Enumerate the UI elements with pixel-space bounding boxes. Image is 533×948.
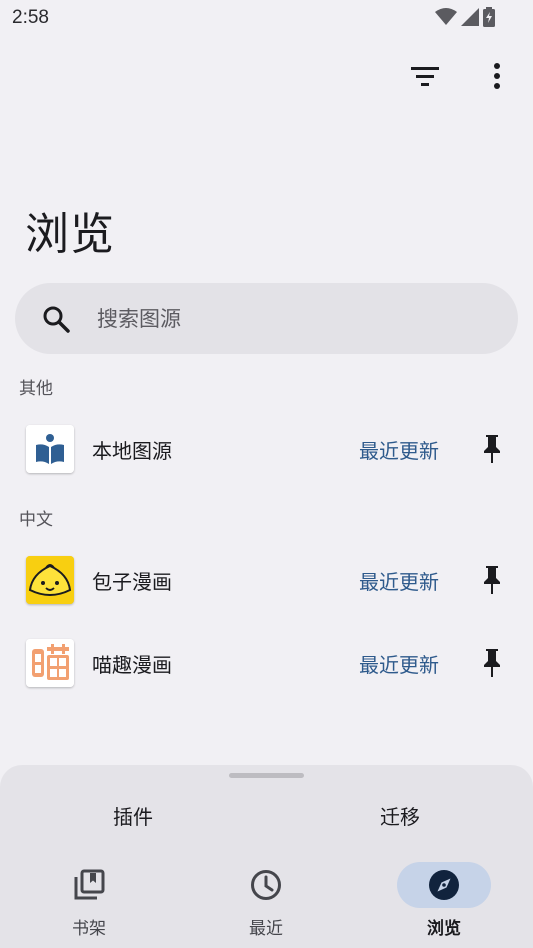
- latest-updates-link[interactable]: 最近更新: [359, 649, 439, 678]
- baozi-manhua-icon: [26, 556, 74, 604]
- page-title: 浏览: [25, 209, 115, 260]
- wifi-icon: [435, 8, 457, 25]
- more-options-button[interactable]: [481, 60, 513, 92]
- nav-label-history: 最近: [249, 919, 283, 939]
- section-header-chinese: 中文: [19, 510, 53, 530]
- latest-updates-link[interactable]: 最近更新: [359, 566, 439, 595]
- nav-item-history[interactable]: 最近: [216, 862, 316, 939]
- sheet-drag-handle[interactable]: [229, 773, 304, 778]
- search-icon: [41, 304, 71, 334]
- filter-icon: [411, 67, 439, 86]
- status-bar: 2:58: [0, 0, 533, 36]
- search-input[interactable]: [97, 306, 457, 331]
- miaoqu-manhua-icon: [26, 639, 74, 687]
- nav-label-browse: 浏览: [427, 919, 461, 939]
- compass-icon: [429, 870, 459, 900]
- battery-icon: [483, 7, 495, 27]
- source-name: 包子漫画: [92, 569, 172, 594]
- nav-item-library[interactable]: 书架: [39, 862, 139, 939]
- latest-updates-link[interactable]: 最近更新: [359, 435, 439, 464]
- pin-button[interactable]: [477, 432, 507, 466]
- more-vert-icon: [494, 63, 500, 89]
- pin-icon: [484, 435, 500, 463]
- local-source-icon: [26, 425, 74, 473]
- pin-icon: [484, 649, 500, 677]
- signal-icon: [461, 8, 479, 26]
- source-row-local[interactable]: 本地图源 最近更新: [0, 409, 533, 489]
- pin-button[interactable]: [477, 563, 507, 597]
- source-name: 本地图源: [92, 438, 172, 463]
- search-bar[interactable]: [15, 283, 518, 354]
- nav-icon-container: [219, 862, 313, 908]
- top-actions: [409, 60, 513, 92]
- section-header-other: 其他: [19, 379, 53, 399]
- pin-icon: [484, 566, 500, 594]
- source-name: 喵趣漫画: [92, 652, 172, 677]
- tab-extensions[interactable]: 插件: [113, 801, 153, 830]
- library-icon: [74, 869, 105, 900]
- nav-label-library: 书架: [72, 919, 106, 939]
- history-icon: [251, 870, 281, 900]
- tab-migrate[interactable]: 迁移: [380, 801, 420, 830]
- source-row-miaoqu[interactable]: 喵趣漫画 最近更新: [0, 623, 533, 703]
- nav-icon-container-active: [397, 862, 491, 908]
- pin-button[interactable]: [477, 646, 507, 680]
- nav-item-browse[interactable]: 浏览: [394, 862, 494, 939]
- status-time: 2:58: [12, 7, 49, 28]
- source-row-baozi[interactable]: 包子漫画 最近更新: [0, 540, 533, 620]
- filter-button[interactable]: [409, 60, 441, 92]
- nav-icon-container: [42, 862, 136, 908]
- status-icons: [435, 7, 495, 27]
